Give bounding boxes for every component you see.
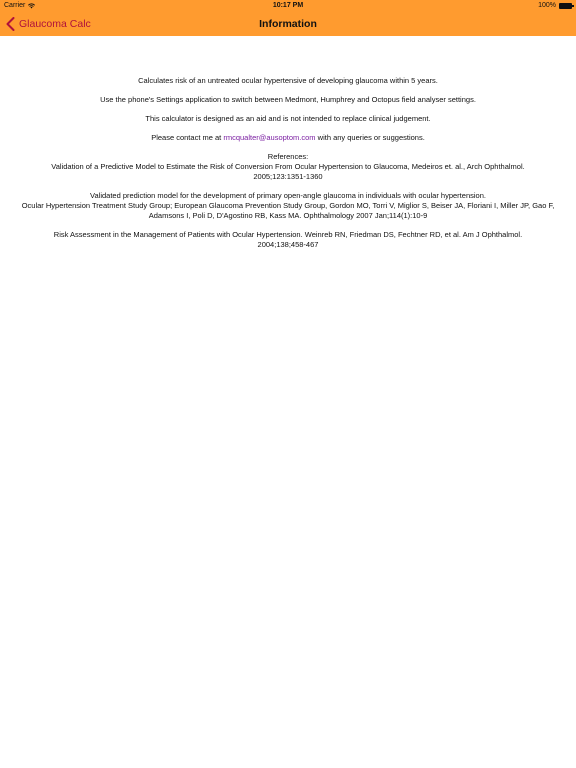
references-heading: References: — [267, 152, 309, 161]
reference-2-line-2: Ocular Hypertension Treatment Study Grou… — [21, 201, 555, 220]
reference-3: Risk Assessment in the Management of Pat… — [0, 230, 576, 250]
info-content: Calculates risk of an untreated ocular h… — [0, 76, 576, 259]
settings-instruction-text: Use the phone's Settings application to … — [100, 95, 476, 104]
top-bar: Carrier 10:17 PM 100% Glaucoma Calc Info… — [0, 0, 576, 36]
battery-icon — [559, 3, 574, 9]
reference-1-line-2: 2005;123:1351-1360 — [253, 172, 323, 181]
disclaimer-text: This calculator is designed as an aid an… — [145, 114, 431, 123]
reference-1-line-1: Validation of a Predictive Model to Esti… — [51, 162, 525, 171]
reference-2: Validated prediction model for the devel… — [0, 191, 576, 221]
reference-3-line-1: Risk Assessment in the Management of Pat… — [53, 230, 523, 239]
status-time: 10:17 PM — [272, 2, 304, 9]
navigation-bar: Glaucoma Calc Information — [0, 12, 576, 36]
status-battery-group: 100% — [538, 0, 574, 12]
reference-2-line-1: Validated prediction model for the devel… — [90, 191, 486, 200]
description-text: Calculates risk of an untreated ocular h… — [138, 76, 438, 85]
contact-prefix: Please contact me at — [151, 133, 224, 142]
status-bar: Carrier 10:17 PM 100% — [0, 0, 576, 12]
page-title: Information — [259, 18, 317, 30]
contact-suffix: with any queries or suggestions. — [315, 133, 425, 142]
reference-3-line-2: 2004;138;458-467 — [257, 240, 319, 249]
references-block: References: Validation of a Predictive M… — [0, 152, 576, 182]
email-link[interactable]: rmcqualter@ausoptom.com — [223, 133, 315, 142]
battery-percent: 100% — [538, 2, 556, 9]
contact-text: Please contact me at rmcqualter@ausoptom… — [0, 133, 576, 143]
